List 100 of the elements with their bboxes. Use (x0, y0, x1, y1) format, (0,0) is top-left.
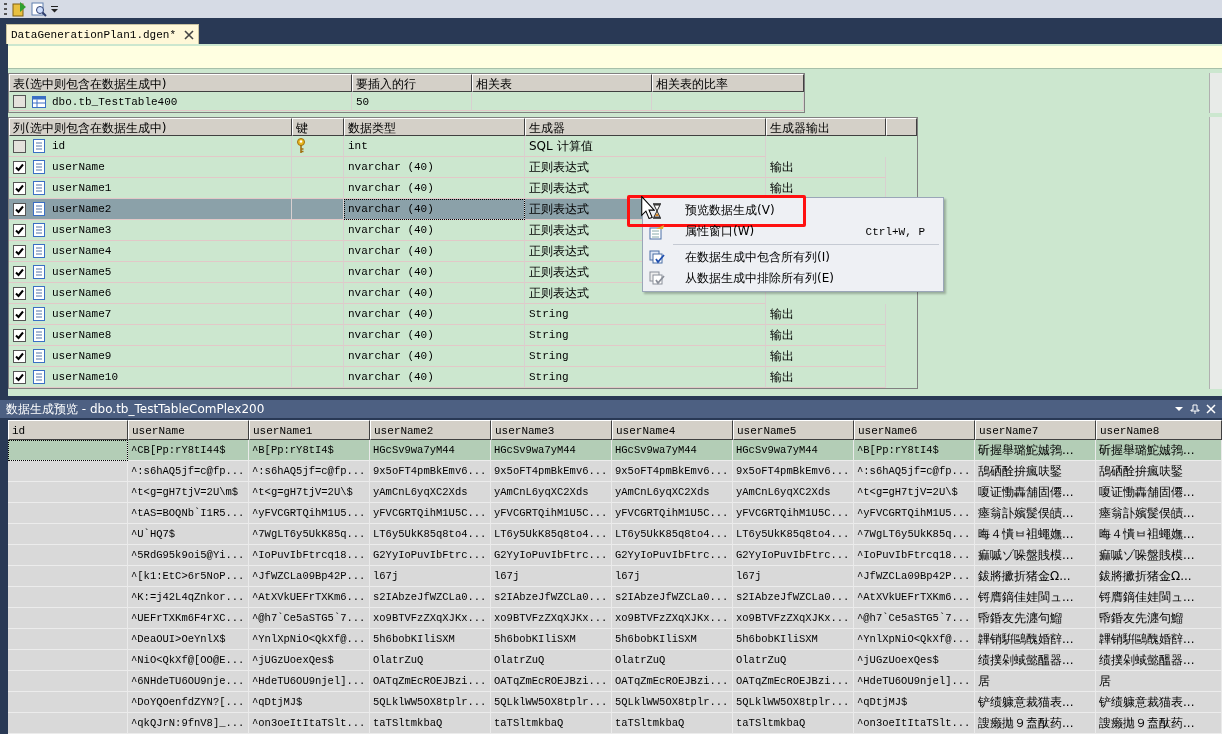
table-cell: 输出 (766, 325, 886, 346)
table-cell: xo9BTVFzZXqXJKx... (733, 608, 854, 629)
column-header[interactable]: userName6 (854, 420, 975, 440)
table-cell: OATqZmEcROEJBzi... (733, 671, 854, 692)
table-cell: yFVCGRTQihM1U5C... (733, 503, 854, 524)
table-cell: yFVCGRTQihM1U5C... (370, 503, 491, 524)
table-cell: 输出 (766, 367, 886, 388)
table-cell: 5QLklWW5OX8tplr... (612, 692, 733, 713)
table-cell: ^HdeTU6OU9njel]... (854, 671, 975, 692)
column-header[interactable]: userName3 (491, 420, 612, 440)
table-cell: ^DeaOUI>OeYnlX$ (128, 629, 249, 650)
table-cell: String (525, 346, 766, 367)
column-name: userName8 (52, 329, 112, 341)
table-cell: 痲嘁ゾ哚盤賎模... (1096, 545, 1222, 566)
table-cell: ^:s6hAQ5jf=c@fp... (854, 461, 975, 482)
table-row-header[interactable]: userName2 (9, 199, 292, 220)
table-cell: 謏癞拋９盍酞药... (975, 713, 1096, 734)
table-cell: 锊膺鏑佳娃閩ュ... (975, 587, 1096, 608)
table-row-header[interactable]: userName (9, 157, 292, 178)
table-row-header[interactable]: userName3 (9, 220, 292, 241)
table-cell: ^B[Pp:rY8tI4$ (854, 440, 975, 461)
column-header[interactable]: id (8, 420, 128, 440)
table-cell: 嗄证慟轟舗固僊... (975, 482, 1096, 503)
table-cell: ^jUGzUoexQes$ (854, 650, 975, 671)
table-cell: l67j (370, 566, 491, 587)
table-row-header[interactable]: userName9 (9, 346, 292, 367)
column-header[interactable]: 列(选中则包含在数据生成中) (9, 118, 292, 136)
column-header[interactable]: userName4 (612, 420, 733, 440)
table-cell: ^qkQJrN:9fnV8]_... (128, 713, 249, 734)
column-header[interactable]: userName2 (370, 420, 491, 440)
table-cell: yFVCGRTQihM1U5C... (491, 503, 612, 524)
table-cell: 瘗翁訃嬪髲俣皟... (975, 503, 1096, 524)
table-cell: ^:s6hAQ5jf=c@fp... (128, 461, 249, 482)
table-cell: 5h6bobKIliSXM (491, 629, 612, 650)
column-header[interactable]: 相关表 (472, 74, 652, 92)
column-header[interactable]: userName1 (249, 420, 370, 440)
table-cell: ^:s6hAQ5jf=c@fp... (249, 461, 370, 482)
column-name: userName6 (52, 287, 112, 299)
table-row-header[interactable]: userName4 (9, 241, 292, 262)
table-cell: ^JfWZCLa09Bp42P... (854, 566, 975, 587)
table-cell: 9x5oFT4pmBkEmv6... (612, 461, 733, 482)
table-cell: 帋錉友先瀍句鰡 (975, 608, 1096, 629)
table-row-header[interactable]: userName10 (9, 367, 292, 388)
table-cell: 5h6bobKIliSXM (733, 629, 854, 650)
shortcut-text: Ctrl+W, P (865, 225, 926, 238)
table-row-header[interactable]: userName5 (9, 262, 292, 283)
column-name: userName4 (52, 245, 112, 257)
table-cell: nvarchar (40) (344, 367, 525, 388)
column-header[interactable]: userName5 (733, 420, 854, 440)
table-cell: ^AtXVkUEFrTXKm6... (854, 587, 975, 608)
table-row-header[interactable]: userName7 (9, 304, 292, 325)
column-header[interactable]: 键 (292, 118, 344, 136)
table-row-header[interactable]: userName6 (9, 283, 292, 304)
column-header[interactable]: 生成器 (525, 118, 766, 136)
column-name: userName5 (52, 266, 112, 278)
table-cell: 痲嘁ゾ哚盤賎模... (975, 545, 1096, 566)
document-tab[interactable]: DataGenerationPlan1.dgen* (6, 24, 200, 44)
table-cell: String (525, 304, 766, 325)
table-cell: nvarchar (40) (344, 157, 525, 178)
table-cell: yAmCnL6yqXC2Xds (370, 482, 491, 503)
table-cell: nvarchar (40) (344, 283, 525, 304)
table-cell: yAmCnL6yqXC2Xds (733, 482, 854, 503)
column-header[interactable]: userName8 (1096, 420, 1222, 440)
table-row-header[interactable]: id (9, 136, 292, 157)
table-cell: nvarchar (40) (344, 346, 525, 367)
column-header[interactable]: 相关表的比率 (652, 74, 804, 92)
column-header[interactable]: userName (128, 420, 249, 440)
table-cell: OATqZmEcROEJBzi... (612, 671, 733, 692)
column-header[interactable]: 生成器输出 (766, 118, 886, 136)
table-cell: String (525, 325, 766, 346)
column-header[interactable]: 数据类型 (344, 118, 525, 136)
table-cell: ^5RdG95k9oi5@Yi... (128, 545, 249, 566)
table-cell: G2YyIoPuvIbFtrc... (370, 545, 491, 566)
table-cell: 居 (975, 671, 1096, 692)
table-cell: OATqZmEcROEJBzi... (370, 671, 491, 692)
column-header[interactable]: userName7 (975, 420, 1096, 440)
table-cell: 5h6bobKIliSXM (370, 629, 491, 650)
table-cell: 50 (352, 93, 472, 111)
table-cell: taTSltmkbaQ (491, 713, 612, 734)
table-cell: 5h6bobKIliSXM (612, 629, 733, 650)
table-cell: ^K:=j42L4qZnkor... (128, 587, 249, 608)
table-cell: 5QLklWW5OX8tplr... (370, 692, 491, 713)
table-cell: LT6y5UkK85q8to4... (612, 524, 733, 545)
table-cell: String (525, 367, 766, 388)
table-cell: 韠销騈鷗醜婚辥... (975, 629, 1096, 650)
table-cell: 输出 (766, 157, 886, 178)
table-cell: nvarchar (40) (344, 199, 525, 220)
table-cell: 输出 (766, 304, 886, 325)
table-cell: 鴰硒酫拚瘋呋鋻 (1096, 461, 1222, 482)
table-cell: 锊膺鏑佳娃閩ュ... (1096, 587, 1222, 608)
table-cell: LT6y5UkK85q8to4... (491, 524, 612, 545)
table-row-header[interactable]: userName8 (9, 325, 292, 346)
column-header[interactable]: 要插入的行 (352, 74, 472, 92)
table-cell: 铲绩躿意裁猫表... (975, 692, 1096, 713)
table-cell: HGcSv9wa7yM44 (370, 440, 491, 461)
table-cell: nvarchar (40) (344, 262, 525, 283)
column-name: userName10 (52, 371, 118, 383)
table-cell: yAmCnL6yqXC2Xds (612, 482, 733, 503)
column-header[interactable]: 表(选中则包含在数据生成中) (9, 74, 352, 92)
table-cell: ^7WgLT6y5UkK85q... (249, 524, 370, 545)
